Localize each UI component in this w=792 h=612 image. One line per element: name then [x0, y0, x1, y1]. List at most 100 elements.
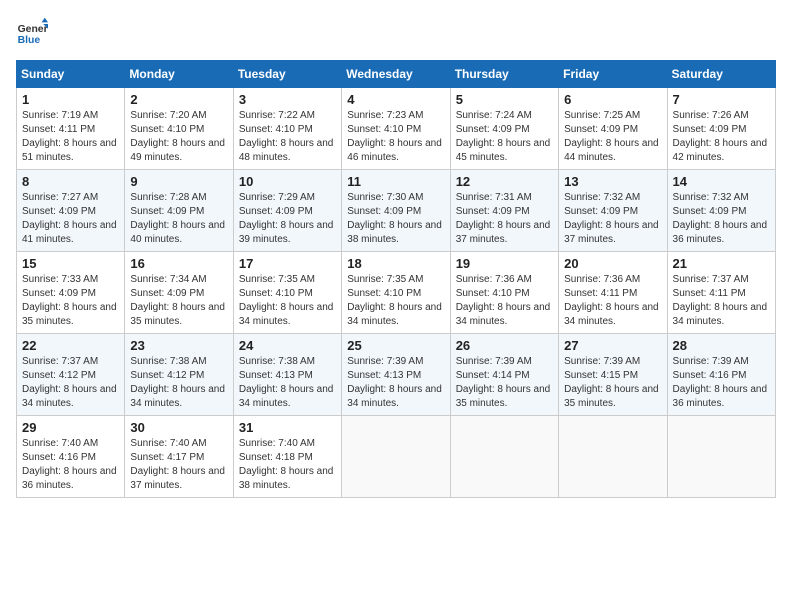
calendar-cell: 4 Sunrise: 7:23 AMSunset: 4:10 PMDayligh…	[342, 88, 450, 170]
calendar-cell	[450, 416, 558, 498]
day-info: Sunrise: 7:26 AMSunset: 4:09 PMDaylight:…	[673, 109, 770, 165]
day-info: Sunrise: 7:40 AMSunset: 4:17 PMDaylight:…	[130, 437, 227, 493]
calendar-cell	[667, 416, 775, 498]
day-number: 9	[130, 174, 227, 189]
day-number: 24	[239, 338, 336, 353]
day-number: 7	[673, 92, 770, 107]
weekday-header-wednesday: Wednesday	[342, 61, 450, 88]
weekday-header-tuesday: Tuesday	[233, 61, 341, 88]
calendar-cell: 20 Sunrise: 7:36 AMSunset: 4:11 PMDaylig…	[559, 252, 667, 334]
calendar-cell: 22 Sunrise: 7:37 AMSunset: 4:12 PMDaylig…	[17, 334, 125, 416]
day-info: Sunrise: 7:39 AMSunset: 4:14 PMDaylight:…	[456, 355, 553, 411]
calendar-cell: 9 Sunrise: 7:28 AMSunset: 4:09 PMDayligh…	[125, 170, 233, 252]
weekday-header-monday: Monday	[125, 61, 233, 88]
calendar-week-3: 15 Sunrise: 7:33 AMSunset: 4:09 PMDaylig…	[17, 252, 776, 334]
day-info: Sunrise: 7:39 AMSunset: 4:15 PMDaylight:…	[564, 355, 661, 411]
day-info: Sunrise: 7:38 AMSunset: 4:13 PMDaylight:…	[239, 355, 336, 411]
calendar-cell: 26 Sunrise: 7:39 AMSunset: 4:14 PMDaylig…	[450, 334, 558, 416]
day-number: 2	[130, 92, 227, 107]
day-number: 16	[130, 256, 227, 271]
day-number: 6	[564, 92, 661, 107]
day-number: 11	[347, 174, 444, 189]
day-info: Sunrise: 7:34 AMSunset: 4:09 PMDaylight:…	[130, 273, 227, 329]
calendar-cell: 3 Sunrise: 7:22 AMSunset: 4:10 PMDayligh…	[233, 88, 341, 170]
calendar-cell: 30 Sunrise: 7:40 AMSunset: 4:17 PMDaylig…	[125, 416, 233, 498]
day-number: 1	[22, 92, 119, 107]
day-number: 14	[673, 174, 770, 189]
day-info: Sunrise: 7:38 AMSunset: 4:12 PMDaylight:…	[130, 355, 227, 411]
calendar-cell: 29 Sunrise: 7:40 AMSunset: 4:16 PMDaylig…	[17, 416, 125, 498]
day-number: 4	[347, 92, 444, 107]
calendar-cell: 19 Sunrise: 7:36 AMSunset: 4:10 PMDaylig…	[450, 252, 558, 334]
day-info: Sunrise: 7:32 AMSunset: 4:09 PMDaylight:…	[564, 191, 661, 247]
day-number: 25	[347, 338, 444, 353]
page-header: General Blue	[16, 16, 776, 48]
weekday-header-thursday: Thursday	[450, 61, 558, 88]
svg-text:General: General	[18, 24, 48, 35]
day-number: 8	[22, 174, 119, 189]
calendar-week-4: 22 Sunrise: 7:37 AMSunset: 4:12 PMDaylig…	[17, 334, 776, 416]
day-number: 10	[239, 174, 336, 189]
day-info: Sunrise: 7:33 AMSunset: 4:09 PMDaylight:…	[22, 273, 119, 329]
calendar-cell: 14 Sunrise: 7:32 AMSunset: 4:09 PMDaylig…	[667, 170, 775, 252]
day-info: Sunrise: 7:37 AMSunset: 4:11 PMDaylight:…	[673, 273, 770, 329]
calendar-cell: 1 Sunrise: 7:19 AMSunset: 4:11 PMDayligh…	[17, 88, 125, 170]
day-info: Sunrise: 7:25 AMSunset: 4:09 PMDaylight:…	[564, 109, 661, 165]
calendar-cell: 27 Sunrise: 7:39 AMSunset: 4:15 PMDaylig…	[559, 334, 667, 416]
day-number: 26	[456, 338, 553, 353]
day-info: Sunrise: 7:36 AMSunset: 4:11 PMDaylight:…	[564, 273, 661, 329]
day-info: Sunrise: 7:31 AMSunset: 4:09 PMDaylight:…	[456, 191, 553, 247]
weekday-header-friday: Friday	[559, 61, 667, 88]
day-info: Sunrise: 7:37 AMSunset: 4:12 PMDaylight:…	[22, 355, 119, 411]
day-number: 27	[564, 338, 661, 353]
svg-text:Blue: Blue	[18, 35, 41, 46]
day-info: Sunrise: 7:24 AMSunset: 4:09 PMDaylight:…	[456, 109, 553, 165]
day-number: 5	[456, 92, 553, 107]
day-info: Sunrise: 7:29 AMSunset: 4:09 PMDaylight:…	[239, 191, 336, 247]
day-number: 20	[564, 256, 661, 271]
weekday-header-row: SundayMondayTuesdayWednesdayThursdayFrid…	[17, 61, 776, 88]
calendar-cell: 8 Sunrise: 7:27 AMSunset: 4:09 PMDayligh…	[17, 170, 125, 252]
calendar-cell: 12 Sunrise: 7:31 AMSunset: 4:09 PMDaylig…	[450, 170, 558, 252]
day-number: 15	[22, 256, 119, 271]
day-number: 13	[564, 174, 661, 189]
day-info: Sunrise: 7:40 AMSunset: 4:16 PMDaylight:…	[22, 437, 119, 493]
calendar-cell: 2 Sunrise: 7:20 AMSunset: 4:10 PMDayligh…	[125, 88, 233, 170]
day-info: Sunrise: 7:39 AMSunset: 4:16 PMDaylight:…	[673, 355, 770, 411]
weekday-header-saturday: Saturday	[667, 61, 775, 88]
calendar-week-2: 8 Sunrise: 7:27 AMSunset: 4:09 PMDayligh…	[17, 170, 776, 252]
calendar-cell: 11 Sunrise: 7:30 AMSunset: 4:09 PMDaylig…	[342, 170, 450, 252]
day-info: Sunrise: 7:19 AMSunset: 4:11 PMDaylight:…	[22, 109, 119, 165]
day-number: 12	[456, 174, 553, 189]
day-info: Sunrise: 7:22 AMSunset: 4:10 PMDaylight:…	[239, 109, 336, 165]
logo: General Blue	[16, 16, 52, 48]
day-info: Sunrise: 7:40 AMSunset: 4:18 PMDaylight:…	[239, 437, 336, 493]
logo-icon: General Blue	[16, 16, 48, 48]
calendar-cell: 25 Sunrise: 7:39 AMSunset: 4:13 PMDaylig…	[342, 334, 450, 416]
calendar-cell: 31 Sunrise: 7:40 AMSunset: 4:18 PMDaylig…	[233, 416, 341, 498]
weekday-header-sunday: Sunday	[17, 61, 125, 88]
day-info: Sunrise: 7:35 AMSunset: 4:10 PMDaylight:…	[239, 273, 336, 329]
calendar-cell: 5 Sunrise: 7:24 AMSunset: 4:09 PMDayligh…	[450, 88, 558, 170]
day-number: 29	[22, 420, 119, 435]
calendar-cell: 7 Sunrise: 7:26 AMSunset: 4:09 PMDayligh…	[667, 88, 775, 170]
day-number: 19	[456, 256, 553, 271]
calendar-cell: 17 Sunrise: 7:35 AMSunset: 4:10 PMDaylig…	[233, 252, 341, 334]
calendar-cell	[559, 416, 667, 498]
calendar-week-1: 1 Sunrise: 7:19 AMSunset: 4:11 PMDayligh…	[17, 88, 776, 170]
day-info: Sunrise: 7:32 AMSunset: 4:09 PMDaylight:…	[673, 191, 770, 247]
day-number: 28	[673, 338, 770, 353]
calendar-cell: 21 Sunrise: 7:37 AMSunset: 4:11 PMDaylig…	[667, 252, 775, 334]
calendar-cell: 13 Sunrise: 7:32 AMSunset: 4:09 PMDaylig…	[559, 170, 667, 252]
day-info: Sunrise: 7:28 AMSunset: 4:09 PMDaylight:…	[130, 191, 227, 247]
day-info: Sunrise: 7:36 AMSunset: 4:10 PMDaylight:…	[456, 273, 553, 329]
calendar-cell: 10 Sunrise: 7:29 AMSunset: 4:09 PMDaylig…	[233, 170, 341, 252]
calendar-cell: 18 Sunrise: 7:35 AMSunset: 4:10 PMDaylig…	[342, 252, 450, 334]
day-number: 18	[347, 256, 444, 271]
day-number: 30	[130, 420, 227, 435]
day-number: 21	[673, 256, 770, 271]
calendar-cell: 15 Sunrise: 7:33 AMSunset: 4:09 PMDaylig…	[17, 252, 125, 334]
day-number: 17	[239, 256, 336, 271]
day-number: 23	[130, 338, 227, 353]
day-number: 31	[239, 420, 336, 435]
